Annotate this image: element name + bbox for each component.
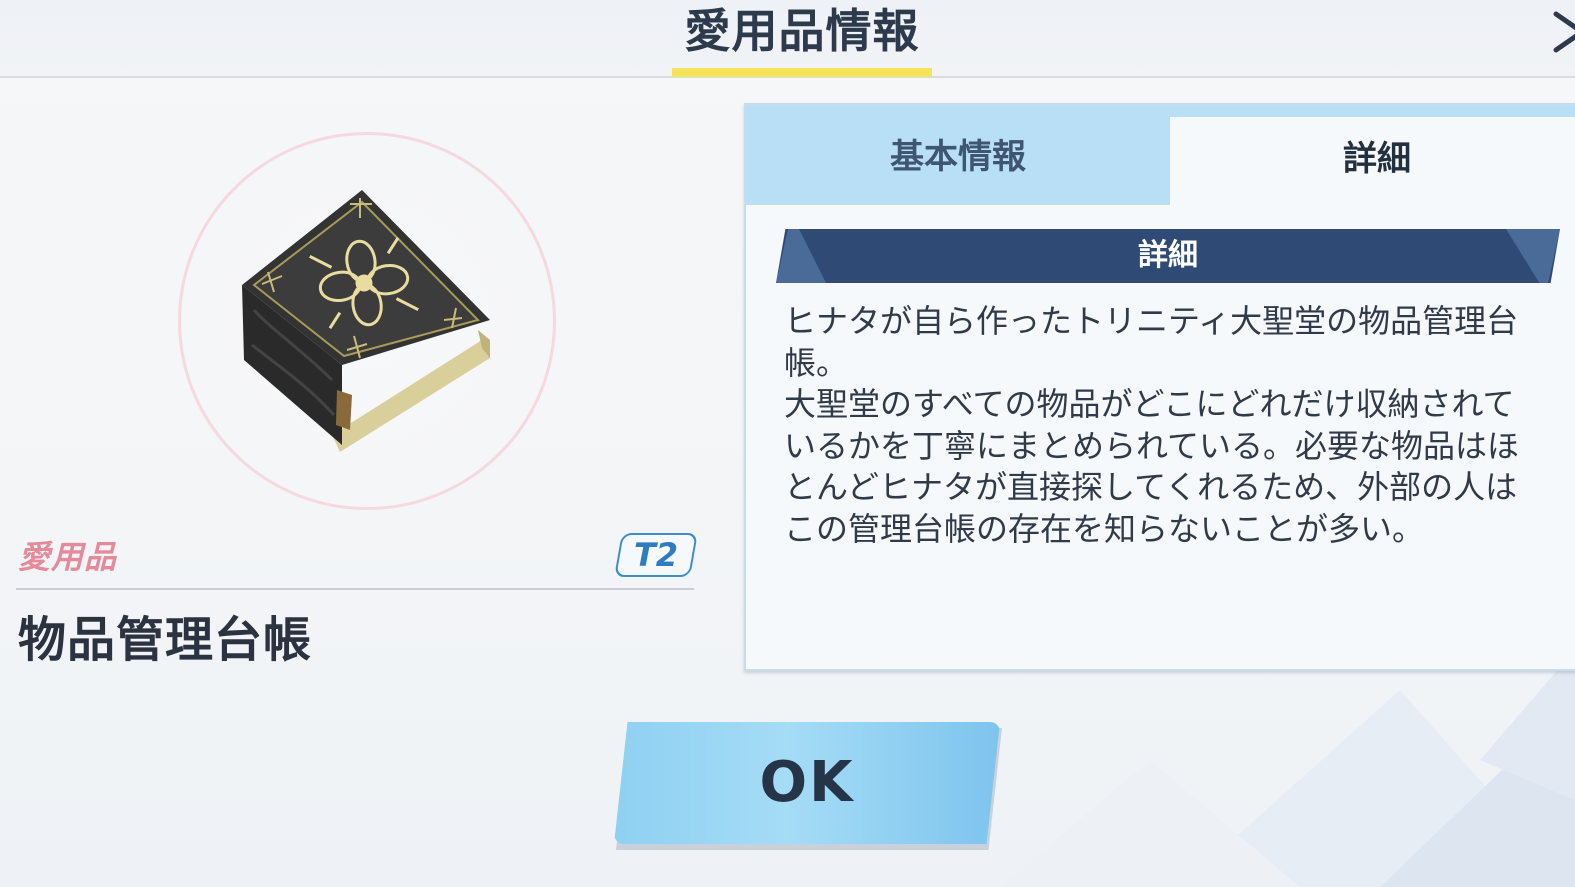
item-info-screen: 愛用品情報 愛用品 T2 物品管理台帳 基本情報 詳細 詳細 ヒナタが自ら作った… (0, 0, 1575, 887)
item-description: ヒナタが自ら作ったトリニティ大聖堂の物品管理台 帳。 大聖堂のすべての物品がどこ… (784, 302, 1520, 548)
tab-details[interactable]: 詳細 (1170, 117, 1575, 205)
divider (16, 588, 694, 590)
section-title: 詳細 (1138, 238, 1198, 273)
tab-basic-info[interactable]: 基本情報 (746, 105, 1170, 205)
tab-bar: 基本情報 詳細 (746, 105, 1575, 205)
close-icon (1553, 11, 1575, 53)
tier-label: T2 (633, 536, 679, 574)
info-panel: 基本情報 詳細 詳細 ヒナタが自ら作ったトリニティ大聖堂の物品管理台 帳。 大聖… (744, 103, 1575, 671)
ok-button[interactable]: OK (614, 722, 1002, 850)
item-category-label: 愛用品 (18, 538, 118, 576)
book-icon (242, 190, 490, 452)
page-title: 愛用品情報 (684, 4, 920, 58)
close-button[interactable] (1548, 4, 1575, 60)
item-name: 物品管理台帳 (18, 612, 313, 668)
ok-button-label: OK (759, 750, 855, 815)
title-underline (672, 68, 932, 77)
header-bar: 愛用品情報 (0, 0, 1575, 78)
